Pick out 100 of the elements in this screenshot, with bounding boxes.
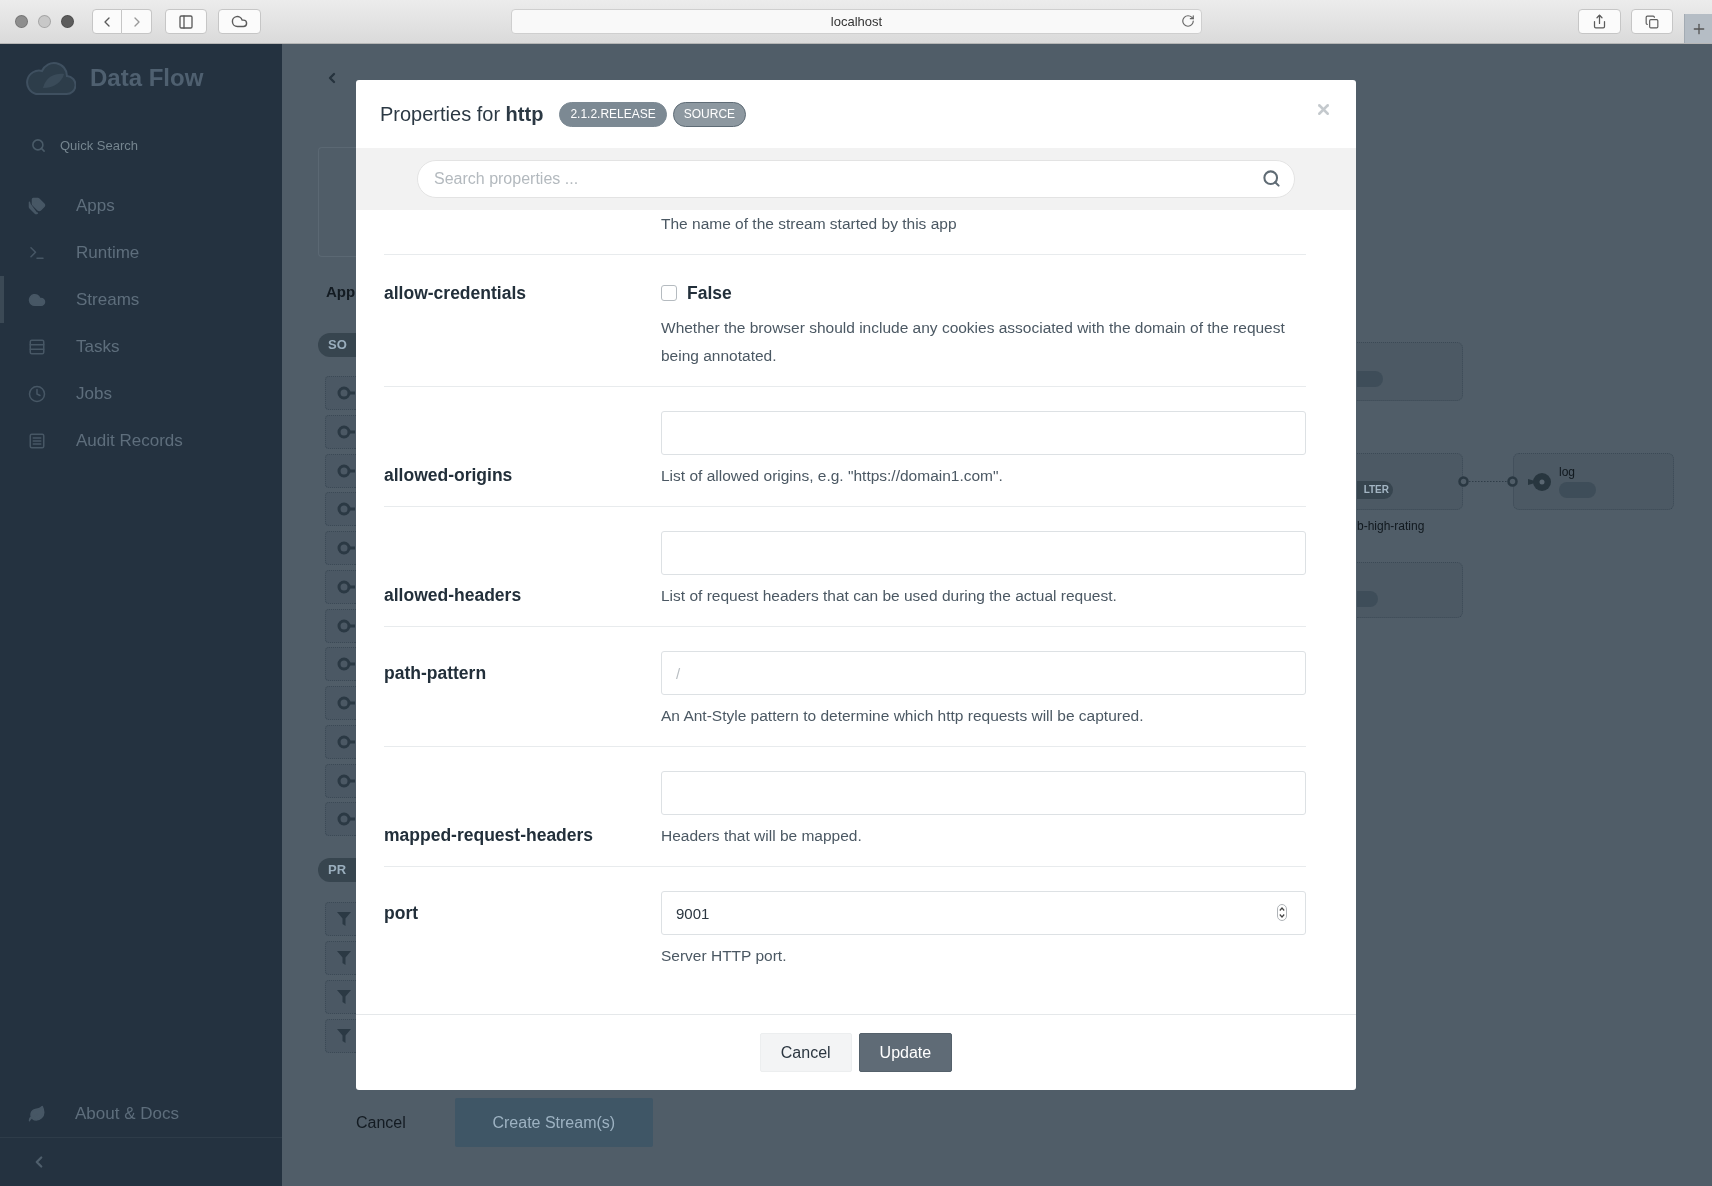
sidebar-icon (178, 13, 194, 30)
cloud-logo-icon (26, 60, 76, 96)
flow-node[interactable]: LTER (1357, 453, 1463, 510)
palette-item[interactable] (325, 802, 356, 837)
palette-item[interactable] (325, 941, 356, 975)
nav-item[interactable]: Runtime (0, 229, 282, 276)
search-icon[interactable] (1262, 169, 1281, 188)
new-tab-button[interactable] (1684, 14, 1712, 43)
palette-item[interactable] (325, 531, 356, 565)
checkbox[interactable] (661, 285, 677, 301)
flow-node[interactable] (1357, 342, 1463, 401)
palette-item[interactable] (325, 647, 356, 682)
ring-icon (337, 657, 355, 672)
tags-icon (28, 196, 46, 215)
quick-search-field[interactable]: Quick Search (60, 137, 230, 153)
list-icon (28, 431, 46, 450)
property-name: allowed-headers (384, 585, 522, 605)
port-icon[interactable] (1458, 476, 1469, 487)
property-name: port (384, 902, 419, 924)
text-input[interactable]: / (661, 651, 1306, 695)
nav-item[interactable]: Jobs (0, 370, 282, 417)
ring-icon (337, 386, 355, 400)
property-description: An Ant-Style pattern to determine which http requests will be captured. (661, 706, 1145, 726)
ring-icon (337, 618, 355, 633)
address-field[interactable]: localhost (511, 9, 1202, 34)
spinner-icon[interactable] (1277, 904, 1287, 921)
ring-icon (337, 463, 355, 478)
category-tag: SO (318, 333, 356, 357)
nav-item[interactable]: Tasks (0, 323, 282, 370)
version-tag: 2.1.2.RELEASE (559, 101, 667, 127)
create-stream-button[interactable]: Create Stream(s) (454, 1098, 653, 1147)
palette-item[interactable] (325, 724, 356, 759)
palette-item[interactable] (325, 686, 356, 720)
palette-item[interactable] (325, 569, 356, 604)
property-name: mapped-request-headers (384, 825, 594, 845)
palette-item[interactable] (325, 979, 356, 1014)
cancel-button[interactable]: Cancel (344, 1098, 418, 1147)
sidebar-toggle-button[interactable] (165, 9, 207, 34)
funnel-icon (337, 912, 351, 927)
modal-title: Properties for http (380, 102, 544, 126)
nav-item[interactable]: Audit Records (0, 417, 282, 464)
copy-icon (1645, 14, 1659, 29)
rows-icon (28, 337, 46, 356)
update-button[interactable]: Update (858, 1033, 953, 1072)
palette-item[interactable] (325, 763, 356, 798)
property-description: Server HTTP port. (661, 946, 788, 966)
flow-node[interactable]: log (1513, 453, 1674, 510)
property-description: Whether the browser should include any cookies associated with the domain of the request being annotated. (661, 318, 1286, 366)
funnel-icon (337, 951, 351, 965)
cloud-button[interactable] (218, 9, 261, 34)
funnel-icon (337, 1028, 351, 1043)
palette-item[interactable] (325, 902, 356, 937)
reload-icon[interactable] (1181, 14, 1195, 28)
category-tag: PR (318, 858, 356, 883)
window-zoom-icon[interactable] (61, 15, 74, 28)
back-button[interactable] (92, 9, 122, 34)
forward-button[interactable] (122, 9, 152, 34)
palette-item[interactable] (325, 492, 356, 527)
palette-item[interactable] (325, 453, 356, 488)
nav-item[interactable]: About & Docs (0, 1091, 282, 1138)
share-button[interactable] (1578, 9, 1621, 34)
tag-icon (1357, 371, 1383, 387)
flow-node[interactable] (1357, 562, 1463, 618)
text-input[interactable] (661, 411, 1306, 455)
share-icon (1592, 14, 1607, 29)
palette-item[interactable] (325, 1018, 356, 1053)
property-description: The name of the stream started by this app (661, 214, 958, 234)
property-name: path-pattern (384, 662, 487, 684)
property-description: List of allowed origins, e.g. "https://domain1.com". (661, 466, 1004, 486)
property-description: List of request headers that can be used during the actual request. (661, 586, 1118, 606)
port-icon[interactable] (1507, 476, 1518, 487)
cancel-button[interactable]: Cancel (759, 1033, 852, 1072)
search-icon (31, 137, 46, 153)
palette-item[interactable] (325, 376, 356, 410)
ring-icon (337, 579, 355, 594)
number-input[interactable]: 9001 (661, 891, 1306, 935)
text-input[interactable] (661, 771, 1306, 815)
type-tag: SOURCE (672, 101, 747, 127)
disc-icon (1528, 472, 1552, 492)
nav-item[interactable]: Apps (0, 182, 282, 229)
ring-icon (337, 734, 355, 749)
palette-item[interactable] (325, 608, 356, 643)
property-name: allowed-origins (384, 465, 513, 485)
window-minimize-icon[interactable] (38, 15, 51, 28)
ring-icon (337, 502, 355, 517)
ring-icon (337, 773, 355, 788)
palette-item[interactable] (325, 414, 356, 449)
window-close-icon[interactable] (15, 15, 28, 28)
checkbox-label: False (687, 282, 732, 304)
text-input[interactable] (661, 531, 1306, 575)
ring-icon (337, 541, 355, 555)
ring-icon (337, 424, 355, 439)
search-field[interactable]: Search properties ... (417, 160, 1295, 198)
clock-icon (28, 384, 46, 403)
property-description: Headers that will be mapped. (661, 826, 863, 846)
node-type-tag: LTER (1357, 481, 1393, 499)
cloud-icon (231, 13, 248, 30)
tabs-button[interactable] (1631, 9, 1673, 34)
close-icon[interactable] (1315, 101, 1332, 118)
funnel-icon (337, 989, 351, 1004)
